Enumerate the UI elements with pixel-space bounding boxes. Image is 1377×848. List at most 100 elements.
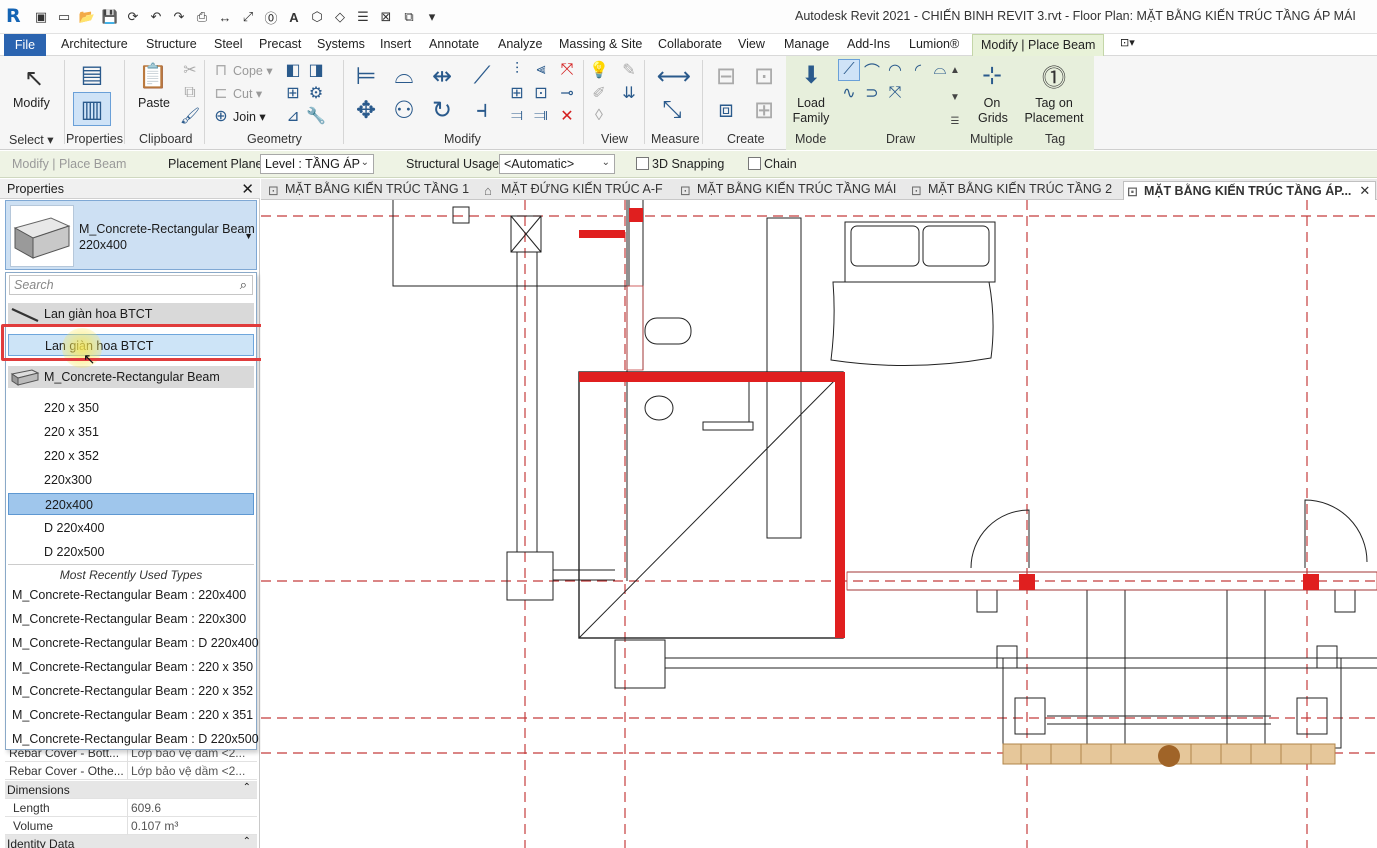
measure-icon[interactable]: ↔ bbox=[216, 8, 234, 26]
draw-line-icon[interactable]: ⟋ bbox=[838, 59, 860, 81]
tab-insert[interactable]: Insert bbox=[380, 37, 411, 51]
print-icon[interactable]: ⎙ bbox=[193, 8, 211, 26]
rotate-icon[interactable]: ↻ bbox=[426, 94, 458, 126]
split-gap-icon[interactable]: ⫷ bbox=[530, 59, 552, 81]
drawing-canvas[interactable] bbox=[261, 200, 1377, 848]
mru-item[interactable]: M_Concrete-Rectangular Beam : D 220x400 bbox=[8, 632, 259, 654]
mru-item[interactable]: M_Concrete-Rectangular Beam : 220 x 351 bbox=[8, 704, 254, 726]
cope-icon[interactable]: ⊓ bbox=[210, 59, 232, 81]
tab-precast[interactable]: Precast bbox=[259, 37, 301, 51]
on-grids-icon[interactable]: ⊹ bbox=[976, 59, 1008, 91]
view-tab-tang-1[interactable]: ⊡ MẶT BẰNG KIẾN TRÚC TẦNG 1 bbox=[265, 181, 469, 200]
unpin-icon[interactable]: ⤧ bbox=[556, 59, 578, 81]
customize-dropdown-icon[interactable]: ▾ bbox=[423, 8, 441, 26]
type-item[interactable]: 220 x 351 bbox=[8, 421, 254, 443]
type-item[interactable]: D 220x500 bbox=[8, 541, 254, 563]
undo-icon[interactable]: ↶ bbox=[147, 8, 165, 26]
create-similar-icon[interactable]: ⊞ bbox=[748, 94, 780, 126]
type-selector[interactable]: M_Concrete-Rectangular Beam 220x400 ▼ bbox=[5, 200, 257, 270]
tab-steel[interactable]: Steel bbox=[214, 37, 243, 51]
trim-extend-icon[interactable]: ⫞ bbox=[466, 94, 498, 126]
tab-modify-place-beam[interactable]: Modify | Place Beam bbox=[972, 34, 1105, 56]
switch-windows-icon[interactable]: ⧉ bbox=[400, 8, 418, 26]
tab-annotate[interactable]: Annotate bbox=[429, 37, 479, 51]
mru-item[interactable]: M_Concrete-Rectangular Beam : 220x300 bbox=[8, 608, 254, 630]
type-item[interactable]: 220 x 350 bbox=[8, 397, 254, 419]
placement-plane-select[interactable]: Level : TẦNG ÁP ⌄ bbox=[260, 154, 374, 174]
split-face-icon[interactable]: ◧ bbox=[282, 59, 304, 81]
tab-manage[interactable]: Manage bbox=[784, 37, 829, 51]
3d-snapping-checkbox[interactable] bbox=[636, 157, 649, 170]
save-icon[interactable]: 💾 bbox=[101, 8, 119, 26]
cut-button[interactable]: Cut ▾ bbox=[233, 86, 262, 101]
measure-between-icon[interactable]: ⟷ bbox=[652, 60, 696, 92]
mru-item[interactable]: M_Concrete-Rectangular Beam : 220 x 350 bbox=[8, 656, 254, 678]
type-item[interactable]: D 220x400 bbox=[8, 517, 254, 539]
draw-expand-icon[interactable]: ☰ bbox=[944, 110, 966, 132]
sync-icon[interactable]: ⟳ bbox=[124, 8, 142, 26]
paste-icon[interactable]: 📋 bbox=[137, 60, 169, 92]
pin-icon[interactable]: ⊸ bbox=[556, 82, 578, 104]
temporary-hide-icon[interactable]: ⇊ bbox=[618, 82, 640, 104]
trim-multi-icon[interactable]: ⫤ bbox=[506, 105, 528, 127]
array-icon[interactable]: ⊞ bbox=[506, 82, 528, 104]
view-tab-tang-2[interactable]: ⊡ MẶT BẰNG KIẾN TRÚC TẦNG 2 bbox=[908, 181, 1112, 200]
mru-item[interactable]: M_Concrete-Rectangular Beam : D 220x500 bbox=[8, 728, 259, 750]
paint-icon[interactable]: ◨ bbox=[305, 59, 327, 81]
close-icon[interactable]: ✕ bbox=[241, 180, 254, 198]
wrench-icon[interactable]: 🔧 bbox=[305, 105, 327, 127]
center-arc-icon[interactable]: ◠ bbox=[884, 59, 906, 81]
load-family-button[interactable]: Load Family bbox=[791, 96, 831, 126]
align-icon[interactable]: ⊨ bbox=[350, 60, 382, 92]
3d-view-icon[interactable]: ⬡ bbox=[308, 8, 326, 26]
linework-icon[interactable]: ✐ bbox=[588, 82, 610, 104]
close-icon[interactable]: ✕ bbox=[1359, 183, 1370, 198]
join-icon[interactable]: ⊕ bbox=[210, 105, 232, 127]
tag-on-placement-icon[interactable]: ⓵ bbox=[1038, 59, 1070, 92]
pick-lines-icon[interactable]: ⤧ bbox=[884, 82, 906, 104]
draw-scroll-down-icon[interactable]: ▼ bbox=[944, 86, 966, 108]
modify-button[interactable]: Modify bbox=[13, 96, 50, 110]
tab-add-ins[interactable]: Add-Ins bbox=[847, 37, 890, 51]
trim-single-icon[interactable]: ⫥ bbox=[530, 105, 552, 127]
view-tab-mat-dung[interactable]: ⌂ MẶT ĐỨNG KIẾN TRÚC A-F bbox=[481, 181, 663, 200]
view-tab-tang-ap-mai[interactable]: ⊡ MẶT BẰNG KIẾN TRÚC TẦNG ÁP... ✕ bbox=[1123, 181, 1376, 200]
mirror-axis-icon[interactable]: ⇹ bbox=[426, 60, 458, 92]
pick-icon[interactable]: ⊿ bbox=[282, 105, 304, 127]
ribbon-minimize-icon[interactable]: ⊡▾ bbox=[1120, 36, 1135, 49]
draw-scroll-up-icon[interactable]: ▲ bbox=[944, 59, 966, 81]
structural-usage-select[interactable]: <Automatic> ⌄ bbox=[499, 154, 615, 174]
on-grids-button[interactable]: On Grids bbox=[978, 96, 1008, 126]
tag-icon[interactable]: ⓪ bbox=[262, 8, 280, 26]
load-family-icon[interactable]: ⬇ bbox=[795, 59, 827, 91]
tab-structure[interactable]: Structure bbox=[146, 37, 197, 51]
join-button[interactable]: Join ▾ bbox=[233, 109, 266, 124]
cope-button[interactable]: Cope ▾ bbox=[233, 63, 273, 78]
tab-collaborate[interactable]: Collaborate bbox=[658, 37, 722, 51]
create-parts-icon[interactable]: ⊡ bbox=[748, 60, 780, 92]
copy-elements-icon[interactable]: ⚇ bbox=[388, 94, 420, 126]
view-tab-tang-mai[interactable]: ⊡ MẶT BẰNG KIẾN TRÚC TẦNG MÁI bbox=[677, 181, 896, 200]
section-icon[interactable]: ◇ bbox=[331, 8, 349, 26]
paste-button[interactable]: Paste bbox=[138, 96, 170, 110]
properties-icon[interactable]: ▥ bbox=[76, 93, 108, 125]
tangent-arc-icon[interactable]: ◜ bbox=[907, 59, 929, 81]
override-icon[interactable]: ✎ bbox=[618, 59, 640, 81]
reveal-icon[interactable]: ◊ bbox=[588, 105, 610, 127]
revit-logo-icon[interactable]: R bbox=[6, 5, 26, 27]
delete-icon[interactable]: ✕ bbox=[556, 105, 578, 127]
tab-architecture[interactable]: Architecture bbox=[61, 37, 128, 51]
collapse-icon[interactable]: ⌃ bbox=[243, 782, 251, 793]
section-dimensions[interactable]: Dimensions ⌃ bbox=[5, 781, 257, 799]
create-assembly-icon[interactable]: ⊟ bbox=[710, 60, 742, 92]
tab-analyze[interactable]: Analyze bbox=[498, 37, 542, 51]
redo-icon[interactable]: ↷ bbox=[170, 8, 188, 26]
modify-cursor-icon[interactable]: ↖ bbox=[18, 62, 50, 94]
cut-geometry-icon[interactable]: ⊏ bbox=[210, 82, 232, 104]
tab-file[interactable]: File bbox=[4, 34, 46, 56]
cut-scissors-icon[interactable]: ✂ bbox=[179, 59, 201, 81]
group-select[interactable]: Select ▾ bbox=[9, 132, 54, 147]
match-type-icon[interactable]: 🖌 bbox=[179, 105, 201, 127]
prop-row-rebar-other[interactable]: Rebar Cover - Othe... Lớp bảo vệ dầm <2.… bbox=[5, 762, 257, 780]
tab-lumion[interactable]: Lumion® bbox=[909, 37, 959, 51]
